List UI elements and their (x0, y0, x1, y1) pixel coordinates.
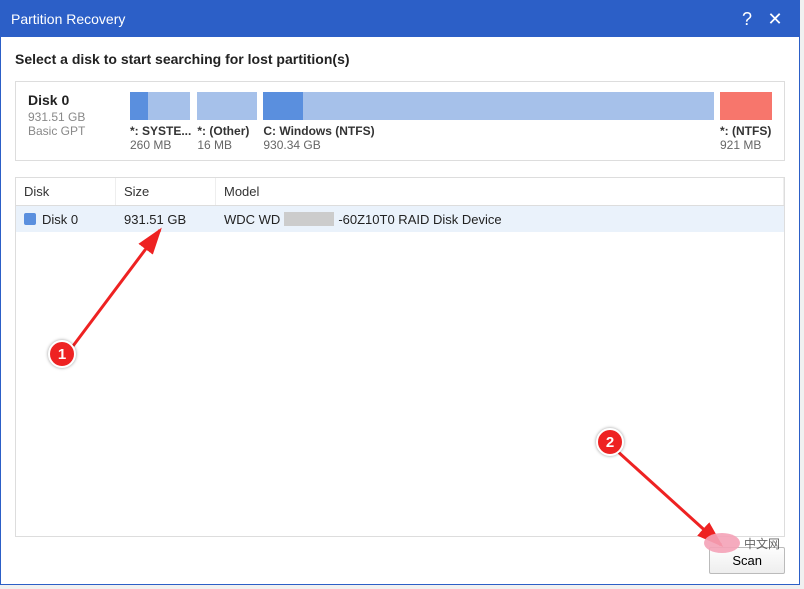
watermark: 中文网 (704, 533, 780, 553)
partition-size: 16 MB (197, 138, 257, 152)
partition-label: *: SYSTE... (130, 124, 191, 138)
cell-model: WDC WD -60Z10T0 RAID Disk Device (216, 208, 784, 231)
header-model[interactable]: Model (216, 178, 784, 205)
partition-system[interactable]: *: SYSTE... 260 MB (130, 92, 191, 152)
model-suffix: -60Z10T0 RAID Disk Device (338, 212, 501, 227)
partition-size: 930.34 GB (263, 138, 714, 152)
redacted-block (284, 212, 334, 226)
header-size[interactable]: Size (116, 178, 216, 205)
disk-icon (24, 213, 36, 225)
partition-bar: *: SYSTE... 260 MB *: (Other) 16 MB C: W… (130, 92, 772, 152)
disk-name: Disk 0 (28, 92, 118, 108)
table-header: Disk Size Model (16, 178, 784, 206)
partition-label: *: (NTFS) (720, 124, 772, 138)
titlebar: Partition Recovery ? ✕ (1, 1, 799, 37)
annotation-arrow-1 (60, 220, 200, 370)
disk-card[interactable]: Disk 0 931.51 GB Basic GPT *: SYSTE... 2… (15, 81, 785, 161)
disk-type: Basic GPT (28, 124, 118, 138)
watermark-text: 中文网 (744, 535, 780, 552)
close-icon[interactable]: ✕ (761, 9, 789, 30)
partition-ntfs[interactable]: *: (NTFS) 921 MB (720, 92, 772, 152)
partition-bar-segment (197, 92, 257, 120)
partition-bar-segment (720, 92, 772, 120)
partition-size: 260 MB (130, 138, 191, 152)
watermark-logo (704, 533, 740, 553)
instruction-text: Select a disk to start searching for los… (15, 51, 785, 67)
partition-label: *: (Other) (197, 124, 257, 138)
partition-other[interactable]: *: (Other) 16 MB (197, 92, 257, 152)
model-prefix: WDC WD (224, 212, 280, 227)
partition-bar-segment (263, 92, 714, 120)
partition-windows[interactable]: C: Windows (NTFS) 930.34 GB (263, 92, 714, 152)
partition-size: 921 MB (720, 138, 772, 152)
header-disk[interactable]: Disk (16, 178, 116, 205)
partition-bar-segment (130, 92, 190, 120)
disk-summary: Disk 0 931.51 GB Basic GPT (28, 92, 118, 138)
window-title: Partition Recovery (11, 11, 733, 27)
partition-label: C: Windows (NTFS) (263, 124, 714, 138)
help-icon[interactable]: ? (733, 9, 761, 30)
disk-size: 931.51 GB (28, 110, 118, 124)
